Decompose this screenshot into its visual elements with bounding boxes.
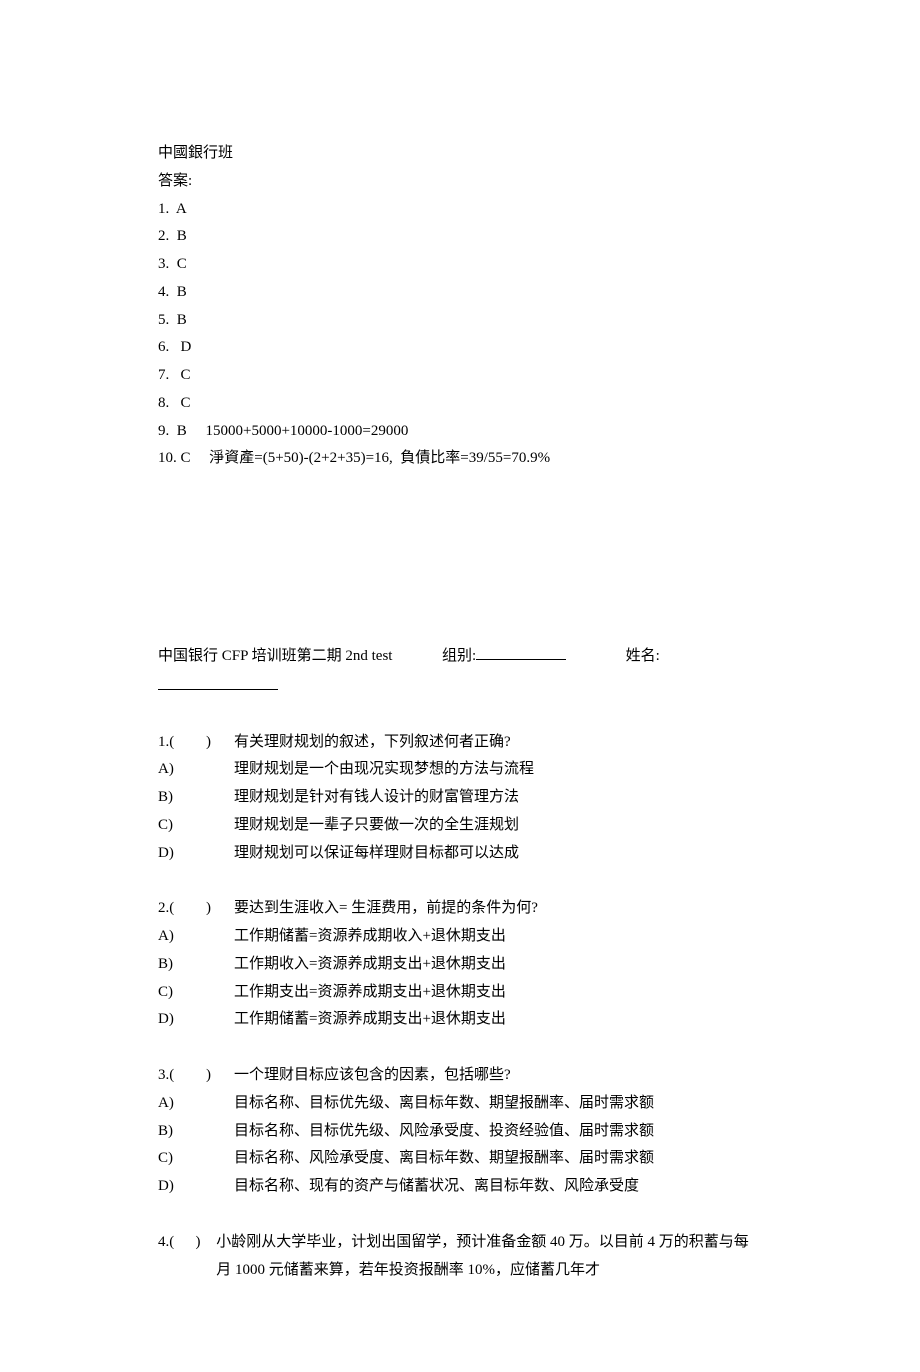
question-stem: 3.() 一个理财目标应该包含的因素，包括哪些? [158,1062,762,1090]
option-text: 工作期储蓄=资源养成期支出+退休期支出 [234,1006,762,1034]
option-label: D) [158,1006,234,1034]
question-text: 小龄刚从大学毕业，计划出国留学，预计准备金额 40 万。以目前 4 万的积蓄与每… [216,1229,762,1285]
option-label: D) [158,840,234,868]
answer-label: 答案: [158,168,762,196]
option-row: A)工作期储蓄=资源养成期收入+退休期支出 [158,923,762,951]
option-text: 目标名称、现有的资产与储蓄状况、离目标年数、风险承受度 [234,1173,762,1201]
question-paren: ) [206,729,216,757]
answer-item: 10. C 淨資產=(5+50)-(2+2+35)=16, 負債比率=39/55… [158,445,762,473]
answer-item: 1. A [158,196,762,224]
question-number: 3.( [158,1062,180,1090]
option-text: 目标名称、风险承受度、离目标年数、期望报酬率、届时需求额 [234,1145,762,1173]
answer-item: 7. C [158,362,762,390]
answer-title: 中國銀行班 [158,140,762,168]
test-title: 中国银行 CFP 培训班第二期 2nd test [158,643,392,671]
answer-section: 中國銀行班 答案: 1. A2. B3. C4. B5. B6. D7. C8.… [158,140,762,473]
option-text: 工作期支出=资源养成期支出+退休期支出 [234,979,762,1007]
question-paren: ) [195,1229,205,1285]
name-label: 姓名: [626,643,660,671]
option-text: 工作期收入=资源养成期支出+退休期支出 [234,951,762,979]
option-label: C) [158,979,234,1007]
option-row: B)目标名称、目标优先级、风险承受度、投资经验值、届时需求额 [158,1118,762,1146]
group-label: 组别: [442,643,476,671]
question-stem: 4.()小龄刚从大学毕业，计划出国留学，预计准备金额 40 万。以目前 4 万的… [158,1229,762,1285]
option-row: D)理财规划可以保证每样理财目标都可以达成 [158,840,762,868]
question-paren: ) [206,1062,216,1090]
test-header: 中国银行 CFP 培训班第二期 2nd test 组别: 姓名: [158,641,762,701]
answer-item: 4. B [158,279,762,307]
option-row: B)理财规划是针对有钱人设计的财富管理方法 [158,784,762,812]
option-label: B) [158,951,234,979]
option-row: A)目标名称、目标优先级、离目标年数、期望报酬率、届时需求额 [158,1090,762,1118]
question-stem: 2.() 要达到生涯收入= 生涯费用，前提的条件为何? [158,895,762,923]
question-block: 1.() 有关理财规划的叙述，下列叙述何者正确?A)理财规划是一个由现况实现梦想的… [158,729,762,868]
option-label: A) [158,1090,234,1118]
option-label: C) [158,812,234,840]
question-block: 3.() 一个理财目标应该包含的因素，包括哪些?A)目标名称、目标优先级、离目标年… [158,1062,762,1201]
question-text: 有关理财规划的叙述，下列叙述何者正确? [234,729,762,757]
option-text: 目标名称、目标优先级、风险承受度、投资经验值、届时需求额 [234,1118,762,1146]
answer-item: 5. B [158,307,762,335]
question-block: 4.()小龄刚从大学毕业，计划出国留学，预计准备金额 40 万。以目前 4 万的… [158,1229,762,1285]
group-blank [476,641,566,660]
answer-item: 3. C [158,251,762,279]
option-label: B) [158,784,234,812]
option-text: 目标名称、目标优先级、离目标年数、期望报酬率、届时需求额 [234,1090,762,1118]
option-label: A) [158,756,234,784]
option-row: C)目标名称、风险承受度、离目标年数、期望报酬率、届时需求额 [158,1145,762,1173]
question-block: 2.() 要达到生涯收入= 生涯费用，前提的条件为何?A)工作期储蓄=资源养成期收… [158,895,762,1034]
answer-item: 9. B 15000+5000+10000-1000=29000 [158,418,762,446]
option-text: 理财规划是一辈子只要做一次的全生涯规划 [234,812,762,840]
option-label: B) [158,1118,234,1146]
option-row: A)理财规划是一个由现况实现梦想的方法与流程 [158,756,762,784]
option-text: 理财规划是一个由现况实现梦想的方法与流程 [234,756,762,784]
option-row: D)目标名称、现有的资产与储蓄状况、离目标年数、风险承受度 [158,1173,762,1201]
option-row: D)工作期储蓄=资源养成期支出+退休期支出 [158,1006,762,1034]
question-text: 要达到生涯收入= 生涯费用，前提的条件为何? [234,895,762,923]
question-number: 2.( [158,895,180,923]
answer-item: 8. C [158,390,762,418]
option-label: A) [158,923,234,951]
option-label: D) [158,1173,234,1201]
option-row: C)工作期支出=资源养成期支出+退休期支出 [158,979,762,1007]
name-blank [158,671,278,690]
question-number: 4.( [158,1229,180,1285]
option-text: 理财规划是针对有钱人设计的财富管理方法 [234,784,762,812]
question-paren: ) [206,895,216,923]
answer-item: 2. B [158,223,762,251]
question-stem: 1.() 有关理财规划的叙述，下列叙述何者正确? [158,729,762,757]
question-text: 一个理财目标应该包含的因素，包括哪些? [234,1062,762,1090]
option-text: 工作期储蓄=资源养成期收入+退休期支出 [234,923,762,951]
option-text: 理财规划可以保证每样理财目标都可以达成 [234,840,762,868]
option-row: C)理财规划是一辈子只要做一次的全生涯规划 [158,812,762,840]
option-label: C) [158,1145,234,1173]
option-row: B)工作期收入=资源养成期支出+退休期支出 [158,951,762,979]
answer-item: 6. D [158,334,762,362]
question-number: 1.( [158,729,180,757]
